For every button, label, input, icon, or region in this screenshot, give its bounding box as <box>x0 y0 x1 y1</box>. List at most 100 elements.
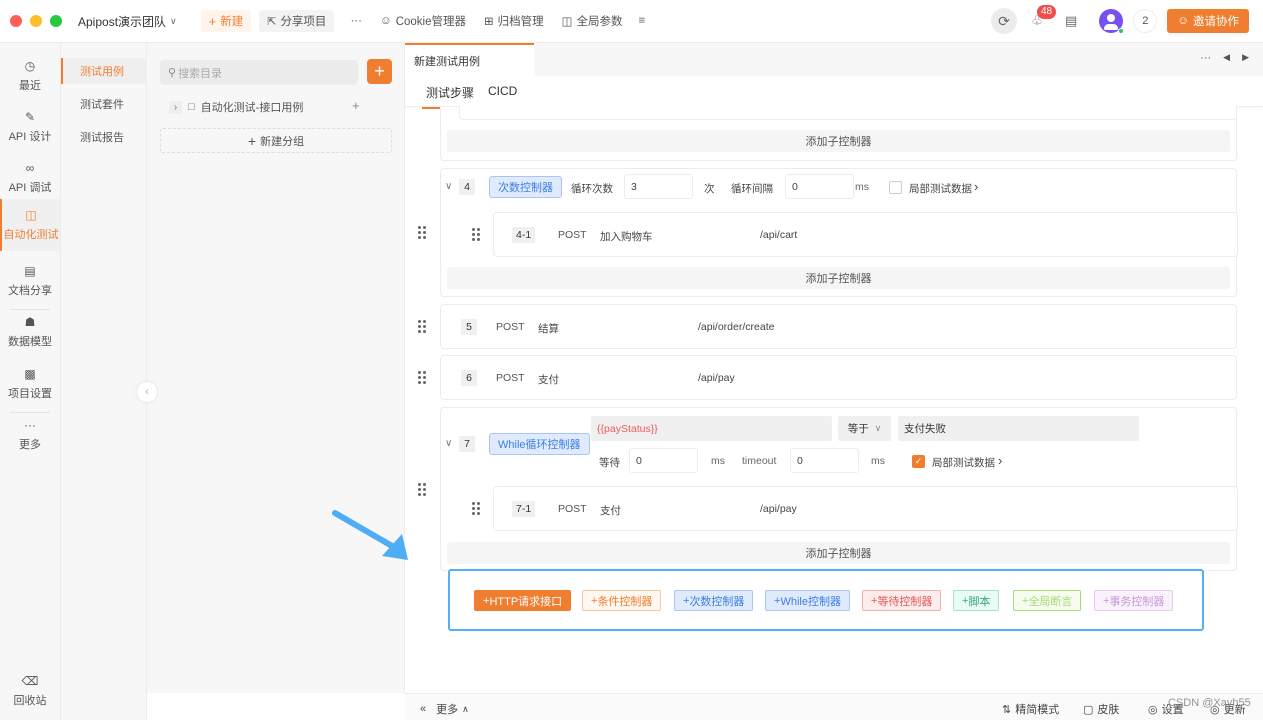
tab-prev-icon[interactable]: ◀ <box>1223 52 1230 64</box>
menu-collapse-button[interactable]: ≡ <box>631 10 654 32</box>
button-label: 事务控制器 <box>1109 595 1165 608</box>
sync-button[interactable]: ⟳ <box>990 8 1017 34</box>
subnav-item-test-suites[interactable]: 测试套件 <box>61 91 147 117</box>
step-card-6[interactable]: 6 POST 支付 /api/pay <box>440 355 1237 400</box>
step-child-card-previous <box>459 106 1237 120</box>
more-footer-button[interactable]: « 更多 ∧ <box>420 701 469 717</box>
loop-interval-input[interactable]: 0 <box>785 174 854 199</box>
nav-label: 自动化测试 <box>3 229 59 241</box>
drag-handle-icon[interactable] <box>418 320 426 333</box>
chevron-right-icon[interactable]: › <box>169 100 182 114</box>
timeout-label: timeout <box>742 455 777 467</box>
archive-manager-button[interactable]: ⊞ 归档管理 <box>476 10 552 32</box>
drag-handle-icon[interactable] <box>472 228 480 241</box>
share-icon: ⇱ <box>267 15 277 28</box>
global-params-button[interactable]: ◫ 全局参数 <box>554 10 631 32</box>
new-button[interactable]: + 新建 <box>200 10 252 32</box>
step-child-card-4-1: 4-1 POST 加入购物车 /api/cart <box>472 212 1238 257</box>
drag-handle-icon[interactable] <box>418 226 426 239</box>
nav-item-more[interactable]: ··· 更多 <box>0 409 60 461</box>
notes-icon[interactable]: ▤ <box>1065 13 1077 29</box>
subnav-item-test-cases[interactable]: 测试用例 <box>61 58 147 84</box>
expand-chevron-icon[interactable]: ∨ <box>445 438 452 449</box>
online-count[interactable]: 2 <box>1133 9 1158 33</box>
add-button[interactable]: + <box>367 59 392 84</box>
status-bar: « 更多 ∧ ⇅ 精简模式 ▢ 皮肤 ◎ 设置 ◎ 更新 <box>405 693 1263 720</box>
chevron-right-icon[interactable]: › <box>998 453 1002 468</box>
subtab-test-steps[interactable]: 测试步骤 <box>421 84 479 109</box>
tab-more-button[interactable]: ··· <box>1200 52 1211 64</box>
nav-item-data-model[interactable]: ☗ 数据模型 <box>0 306 60 358</box>
timeout-input[interactable]: 0 <box>790 448 859 473</box>
expand-chevron-icon[interactable]: ∨ <box>445 181 452 192</box>
invite-button[interactable]: ☺ 邀请协作 <box>1167 9 1249 33</box>
condition-variable-input[interactable]: {{payStatus}} <box>591 416 832 441</box>
nav-item-api-debug[interactable]: ∞ API 调试 <box>0 152 60 204</box>
team-selector[interactable]: Apipost演示团队 ∨ <box>78 13 177 30</box>
nav-item-automation-test[interactable]: ◫ 自动化测试 <box>0 199 60 251</box>
more-menu-button[interactable]: ··· <box>342 10 370 32</box>
collapse-sidebar-button[interactable]: ‹ <box>137 382 157 402</box>
tab-next-icon[interactable]: ▶ <box>1242 52 1249 64</box>
skin-button[interactable]: ▢ 皮肤 <box>1083 701 1119 717</box>
folder-add-icon[interactable]: + <box>352 98 360 113</box>
add-child-controller-button[interactable]: 添加子控制器 <box>447 542 1230 564</box>
close-window-button[interactable] <box>10 15 22 27</box>
search-input[interactable]: ⚲ 搜索目录 <box>160 60 358 85</box>
trash-icon: ⌫ <box>21 674 39 688</box>
new-group-button[interactable]: + 新建分组 <box>160 128 392 153</box>
drag-handle-icon[interactable] <box>418 371 426 384</box>
add-transaction-controller-button[interactable]: + 事务控制器 <box>1094 590 1174 611</box>
add-script-button[interactable]: + 脚本 <box>953 590 1000 611</box>
condition-value-input[interactable]: 支付失败 <box>898 416 1139 441</box>
avatar-head <box>1107 14 1116 22</box>
annotation-arrow-icon <box>332 510 408 560</box>
local-data-checkbox[interactable] <box>889 181 902 194</box>
drag-handle-icon[interactable] <box>418 483 426 496</box>
nav-item-recent[interactable]: ◷ 最近 <box>0 50 60 102</box>
tree-folder[interactable]: › □ 自动化测试-接口用例 <box>169 97 369 117</box>
drag-handle-icon[interactable] <box>472 502 480 515</box>
maximize-window-button[interactable] <box>50 15 62 27</box>
add-global-assert-button[interactable]: + 全局断言 <box>1013 590 1082 611</box>
nav-item-doc-share[interactable]: ▤ 文档分享 <box>0 255 60 307</box>
nav-item-trash[interactable]: ⌫ 回收站 <box>0 665 60 717</box>
add-while-controller-button[interactable]: + While控制器 <box>765 590 850 611</box>
tab-new-test-case[interactable]: 新建测试用例 <box>405 43 534 76</box>
step-number: 7 <box>459 436 475 452</box>
tab-strip: 新建测试用例 ··· ◀ ▶ <box>405 43 1263 76</box>
model-icon: ☗ <box>24 315 36 329</box>
button-label: 次数控制器 <box>689 595 745 608</box>
operator-value: 等于 <box>847 423 869 435</box>
add-child-controller-button[interactable]: 添加子控制器 <box>447 267 1230 289</box>
local-data-checkbox[interactable]: ✓ <box>912 455 925 468</box>
subtab-cicd[interactable]: CICD <box>488 84 517 98</box>
simple-mode-button[interactable]: ⇅ 精简模式 <box>1002 701 1059 717</box>
avatar[interactable] <box>1099 9 1125 34</box>
add-http-request-button[interactable]: + HTTP请求接口 <box>474 590 572 611</box>
operator-select[interactable]: 等于 ∨ <box>838 416 891 441</box>
nav-item-project-settings[interactable]: ▩ 项目设置 <box>0 358 60 410</box>
notifications-button[interactable]: ♧ 48 <box>1027 5 1057 31</box>
wait-input[interactable]: 0 <box>629 448 698 473</box>
local-data-label[interactable]: 局部测试数据 <box>932 455 995 470</box>
nav-item-api-design[interactable]: ✎ API 设计 <box>0 101 60 153</box>
cookie-manager-button[interactable]: ☺ Cookie管理器 <box>372 10 474 32</box>
loop-count-input[interactable]: 3 <box>624 174 693 199</box>
sub-tabs: 测试步骤 CICD <box>405 76 1263 109</box>
watermark: CSDN @Xayh55 <box>1168 697 1251 709</box>
step-card-5[interactable]: 5 POST 结算 /api/order/create <box>440 304 1237 349</box>
local-data-label[interactable]: 局部测试数据 <box>909 181 972 196</box>
chevron-right-icon[interactable]: › <box>974 179 978 194</box>
minimize-window-button[interactable] <box>30 15 42 27</box>
settings-icon: ◎ <box>1148 703 1158 716</box>
add-count-controller-button[interactable]: + 次数控制器 <box>674 590 754 611</box>
add-wait-controller-button[interactable]: + 等待控制器 <box>862 590 942 611</box>
subnav-item-test-reports[interactable]: 测试报告 <box>61 124 147 150</box>
user-icon: ☺ <box>1177 15 1189 27</box>
folder-gear-icon: ▩ <box>24 367 36 381</box>
share-project-button[interactable]: ⇱ 分享项目 <box>259 10 335 32</box>
add-child-controller-button[interactable]: 添加子控制器 <box>447 130 1230 152</box>
add-condition-controller-button[interactable]: + 条件控制器 <box>582 590 662 611</box>
chevron-down-icon: ∨ <box>874 423 882 433</box>
